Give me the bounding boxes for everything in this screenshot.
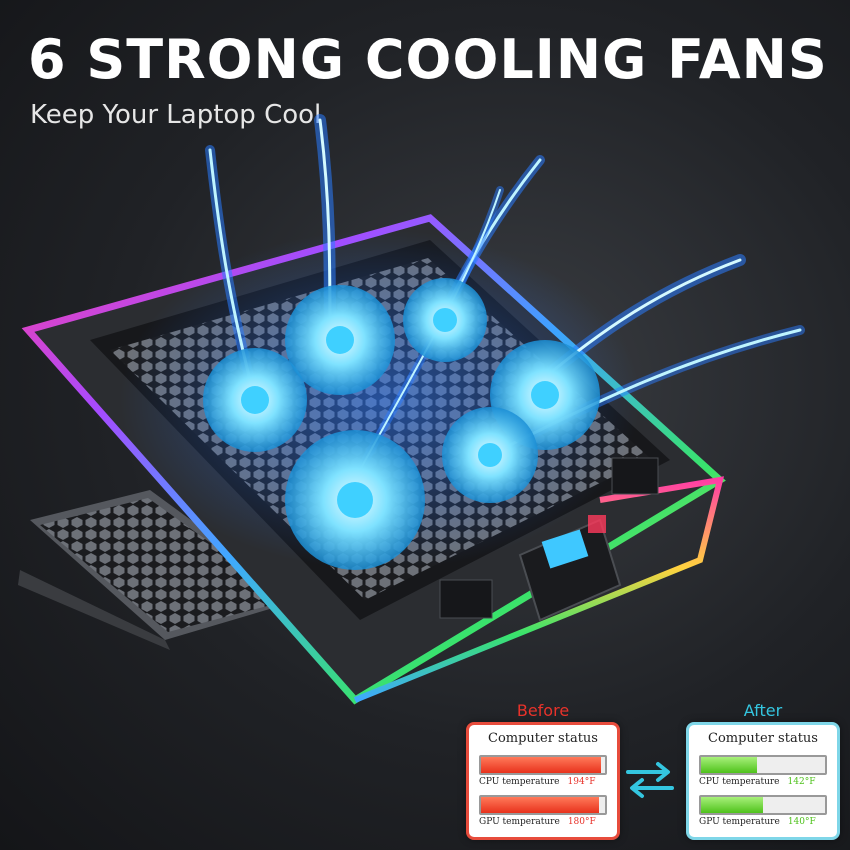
before-cpu-fill (481, 757, 602, 773)
fan-icon (285, 285, 395, 395)
after-cpu-fill (701, 757, 757, 773)
swap-arrows-icon (626, 762, 674, 798)
control-button[interactable] (588, 515, 606, 533)
after-cpu-bar (699, 755, 827, 775)
fan-icon (403, 278, 487, 362)
before-cpu-bar (479, 755, 607, 775)
foot-block (439, 579, 493, 619)
after-cpu-value: 142°F (787, 777, 816, 787)
after-status-panel: After Computer status CPU temperature 142… (686, 701, 840, 840)
before-cpu-label: CPU temperature (479, 777, 560, 787)
before-cpu-value: 194°F (567, 777, 596, 787)
after-cpu-metric: CPU temperature 142°F (699, 777, 815, 787)
before-gpu-bar (479, 795, 607, 815)
after-gpu-fill (701, 797, 763, 813)
before-gpu-metric: GPU temperature 180°F (479, 817, 596, 827)
after-label: After (743, 701, 783, 720)
after-title: Computer status (708, 731, 818, 746)
after-gpu-value: 140°F (787, 817, 816, 827)
after-gpu-label: GPU temperature (699, 817, 780, 827)
before-title: Computer status (488, 731, 598, 746)
fan-icon (442, 407, 538, 503)
after-gpu-bar (699, 795, 827, 815)
before-gpu-value: 180°F (567, 817, 596, 827)
before-gpu-fill (481, 797, 599, 813)
after-cpu-label: CPU temperature (699, 777, 780, 787)
before-status-panel: Before Computer status CPU temperature 19… (466, 701, 620, 840)
before-cpu-metric: CPU temperature 194°F (479, 777, 595, 787)
after-gpu-metric: GPU temperature 140°F (699, 817, 816, 827)
fan-icon (285, 430, 425, 570)
before-label: Before (516, 701, 570, 720)
before-gpu-label: GPU temperature (479, 817, 560, 827)
foot-block (611, 457, 659, 495)
